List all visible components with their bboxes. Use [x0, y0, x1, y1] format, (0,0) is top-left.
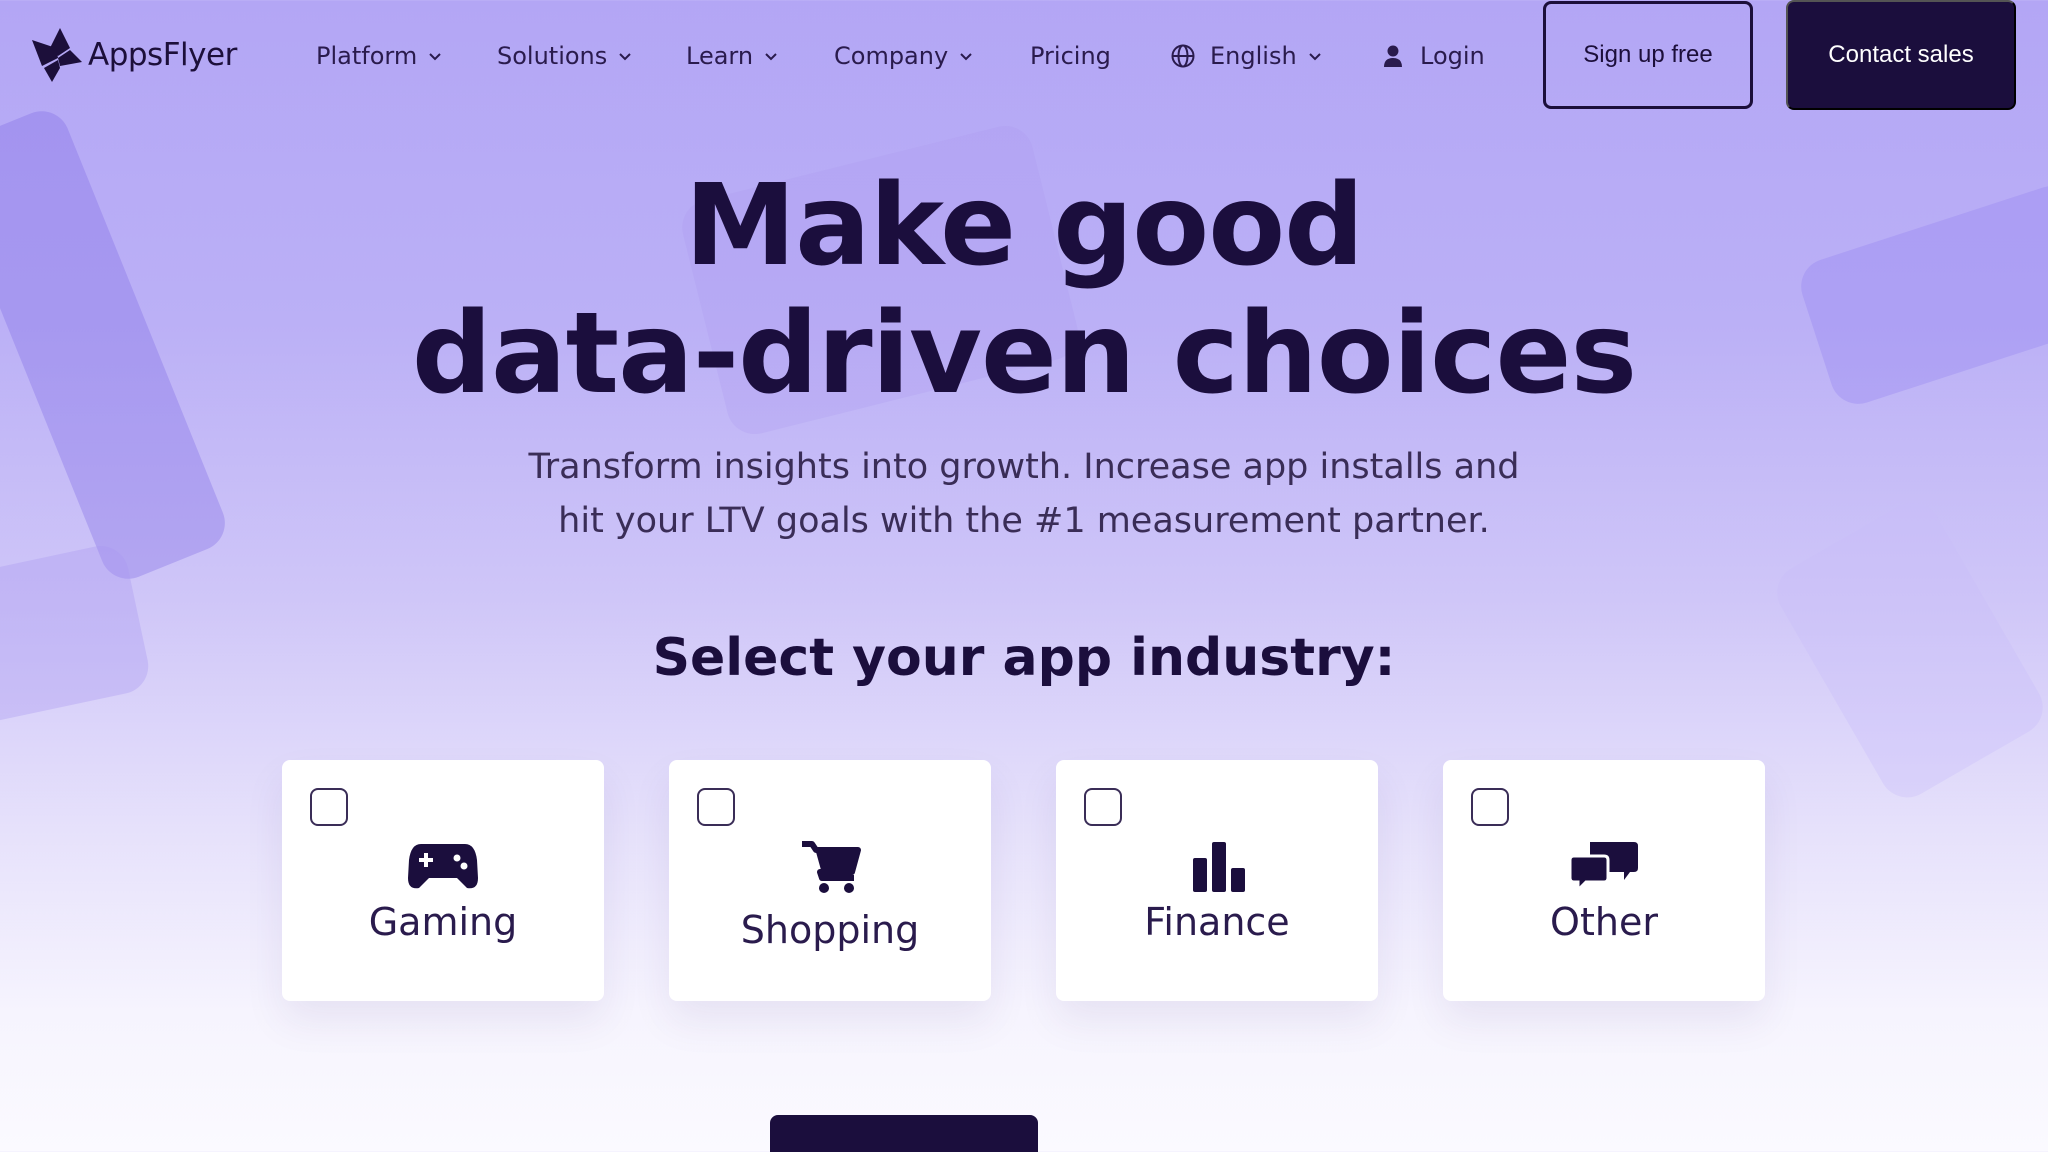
nav-company-label: Company: [834, 42, 949, 70]
other-checkbox[interactable]: [1471, 788, 1509, 826]
hero-title-line-2: data-driven choices: [411, 289, 1637, 419]
site-header: AppsFlyer Platform Solutions Learn Compa…: [0, 0, 2048, 110]
nav-solutions-label: Solutions: [497, 42, 608, 70]
shopping-label: Shopping: [740, 908, 920, 952]
language-label: English: [1210, 42, 1297, 70]
chevron-down-icon: [429, 53, 441, 61]
hero-title: Make good data-driven choices: [0, 162, 2048, 418]
nav-learn[interactable]: Learn: [686, 36, 779, 76]
contact-sales-button[interactable]: Contact sales: [1786, 0, 2016, 110]
bar-chart-icon: [1193, 842, 1245, 892]
nav-learn-label: Learn: [686, 42, 754, 70]
cart-icon: [802, 841, 861, 893]
hero-title-line-1: Make good: [684, 161, 1365, 291]
hero-subtitle: Transform insights into growth. Increase…: [0, 440, 2048, 548]
chevron-down-icon: [1308, 53, 1321, 61]
nav-platform-label: Platform: [316, 42, 418, 70]
nav-pricing-label: Pricing: [1030, 42, 1111, 70]
nav-pricing[interactable]: Pricing: [1030, 36, 1111, 76]
language-selector[interactable]: English: [1170, 36, 1323, 76]
user-icon: [1384, 45, 1402, 67]
finance-label: Finance: [1144, 900, 1290, 944]
finance-checkbox[interactable]: [1084, 788, 1122, 826]
globe-icon: [1171, 44, 1195, 68]
chevron-down-icon: [765, 53, 777, 61]
chevron-down-icon: [619, 53, 631, 61]
brand-logo[interactable]: AppsFlyer: [30, 26, 237, 84]
hero-subtitle-line-2: hit your LTV goals with the #1 measureme…: [558, 501, 1490, 541]
nav-platform[interactable]: Platform: [316, 36, 443, 76]
hero-subtitle-line-1: Transform insights into growth. Increase…: [528, 447, 1520, 487]
shopping-checkbox[interactable]: [697, 788, 735, 826]
gamepad-icon: [408, 844, 478, 889]
appsflyer-logo-icon: [32, 28, 82, 82]
chevron-down-icon: [960, 53, 972, 61]
industry-card-gaming[interactable]: Gaming: [282, 760, 604, 1001]
nav-login[interactable]: Login: [1380, 36, 1485, 76]
sign-up-button[interactable]: Sign up free: [1543, 1, 1753, 109]
industry-card-other[interactable]: Other: [1443, 760, 1765, 1001]
nav-company[interactable]: Company: [834, 36, 974, 76]
login-label: Login: [1420, 42, 1485, 70]
gaming-checkbox[interactable]: [310, 788, 348, 826]
chat-bubbles-icon: [1568, 842, 1638, 894]
gaming-label: Gaming: [368, 900, 518, 944]
brand-name: AppsFlyer: [88, 37, 237, 73]
industry-heading: Select your app industry:: [652, 628, 1396, 688]
nav-solutions[interactable]: Solutions: [497, 36, 633, 76]
industry-card-finance[interactable]: Finance: [1056, 760, 1378, 1001]
other-label: Other: [1550, 900, 1658, 944]
continue-button[interactable]: [770, 1115, 1038, 1152]
industry-card-shopping[interactable]: Shopping: [669, 760, 991, 1001]
